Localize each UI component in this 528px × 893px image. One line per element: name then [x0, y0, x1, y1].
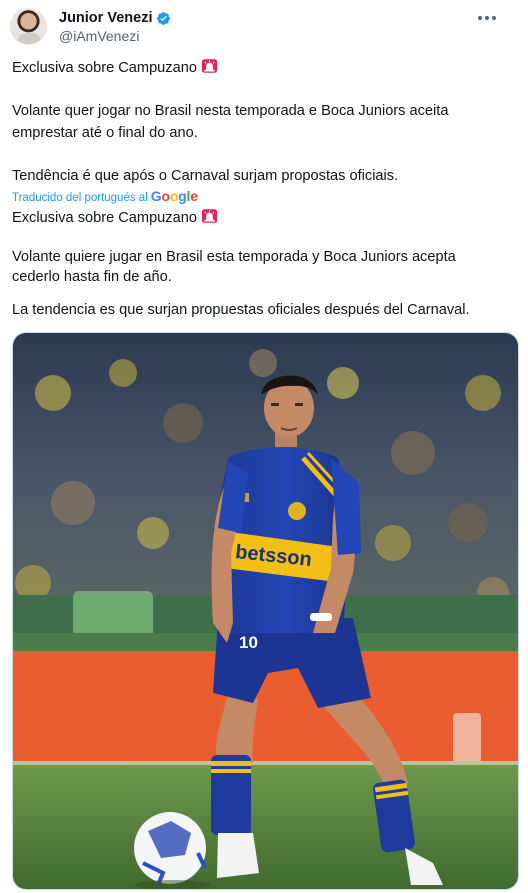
author-name-row[interactable]: Junior Venezi [59, 10, 171, 26]
siren-emoji-icon [201, 209, 218, 223]
tweet-photo[interactable]: 10 betsson [12, 332, 519, 890]
original-line-2a: Volante quer jogar no Brasil nesta tempo… [12, 103, 449, 119]
original-line-2b: emprestar até o final do ano. [12, 125, 198, 141]
shorts-number: 10 [239, 633, 258, 652]
translation-attribution[interactable]: Traducido del portugués al Google [12, 188, 198, 204]
translated-line-2a: Volante quiere jugar en Brasil esta temp… [12, 249, 456, 265]
siren-emoji-icon [201, 59, 218, 73]
translated-line-1: Exclusiva sobre Campuzano [12, 208, 218, 228]
google-logo: Google [150, 188, 198, 204]
original-line-3: Tendência é que após o Carnaval surjam p… [12, 168, 399, 184]
football-player-photo: 10 betsson [13, 333, 518, 889]
author-display-name[interactable]: Junior Venezi [59, 10, 152, 26]
original-line-1: Exclusiva sobre Campuzano [12, 58, 218, 78]
author-handle[interactable]: @iAmVenezi [59, 28, 139, 44]
translated-line-2b: cederlo hasta fin de año. [12, 269, 172, 285]
avatar[interactable] [10, 8, 47, 45]
translation-label: Traducido del portugués al [12, 192, 148, 204]
tweet-header: Junior Venezi @iAmVenezi [0, 0, 528, 50]
verified-badge-icon [157, 11, 171, 25]
more-options-icon[interactable] [472, 8, 502, 28]
translated-line-3: La tendencia es que surjan propuestas of… [12, 302, 470, 318]
